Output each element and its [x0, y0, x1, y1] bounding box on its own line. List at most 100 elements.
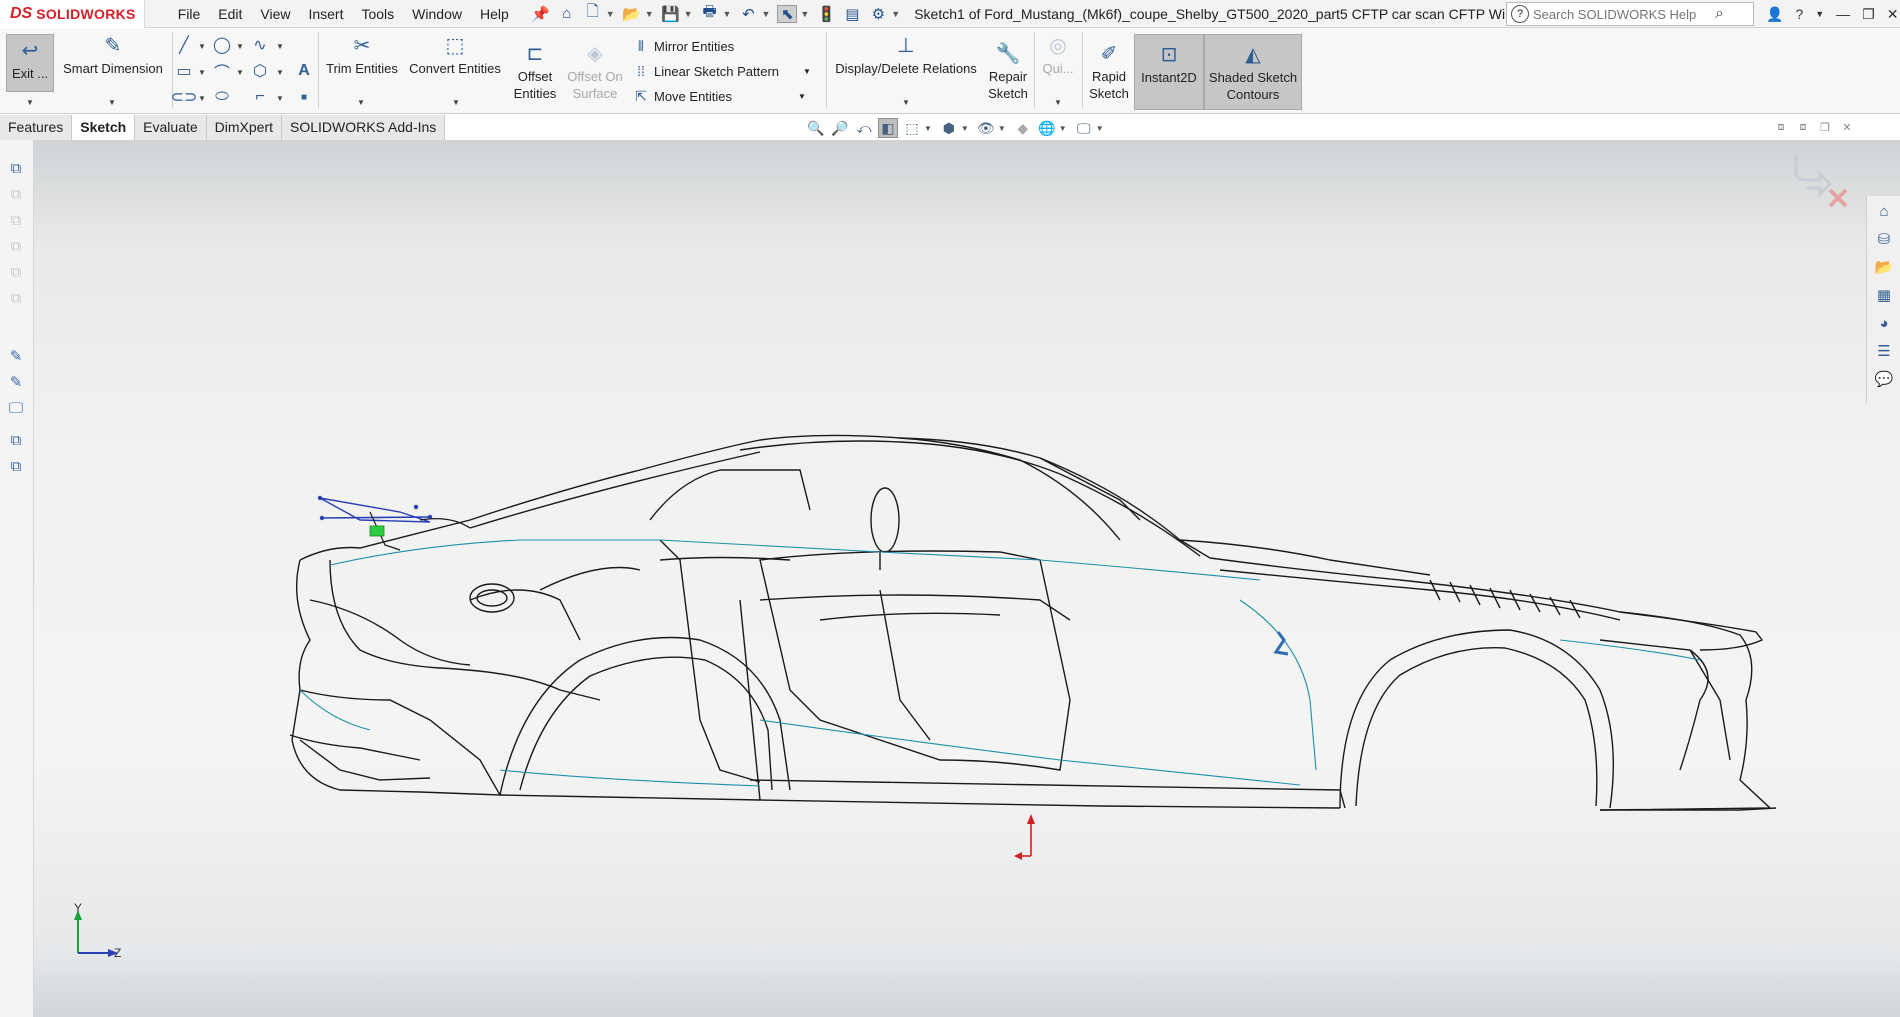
menu-view[interactable]: View — [251, 0, 299, 28]
menu-insert[interactable]: Insert — [299, 0, 352, 28]
menu-file[interactable]: File — [169, 0, 210, 28]
circle-icon[interactable]: ◯ — [212, 36, 232, 54]
spline-dropdown-icon[interactable]: ▼ — [276, 42, 284, 51]
options-dropdown-icon[interactable]: ▼ — [891, 9, 900, 19]
select-dropdown-icon[interactable]: ▼ — [800, 9, 809, 19]
fillet-dropdown-icon[interactable]: ▼ — [276, 94, 284, 103]
user-icon[interactable]: 👤 — [1766, 6, 1783, 23]
relations-dropdown-icon[interactable]: ▼ — [902, 98, 910, 107]
repair-sketch-button[interactable]: 🔧 Repair Sketch — [984, 42, 1032, 108]
move-dropdown-icon[interactable]: ▼ — [798, 92, 806, 101]
mirror-entities-button[interactable]: ⫴ Mirror Entities — [632, 38, 734, 54]
display-manager-icon[interactable]: ⧉ — [6, 262, 26, 282]
undo-dropdown-icon[interactable]: ▼ — [761, 9, 770, 19]
copy-icon[interactable]: ⧉ — [6, 430, 26, 450]
configuration-manager-icon[interactable]: ⧉ — [6, 210, 26, 230]
rectangle-icon[interactable]: ▭ — [174, 62, 194, 80]
menu-window[interactable]: Window — [403, 0, 471, 28]
print-icon[interactable]: 🖶 — [700, 3, 720, 23]
sketch-tool-icon[interactable]: ✎ — [6, 346, 26, 366]
feature-tree-icon[interactable]: ⧉ — [6, 158, 26, 178]
tab-features[interactable]: Features — [0, 115, 73, 140]
restore-icon[interactable]: ❐ — [1862, 6, 1875, 23]
cancel-sketch-corner-icon[interactable] — [1828, 188, 1848, 208]
quick-snaps-dropdown-icon[interactable]: ▼ — [1054, 98, 1062, 107]
edit-sketch-icon[interactable]: ✎ — [6, 372, 26, 392]
tab-dimxpert[interactable]: DimXpert — [206, 115, 283, 140]
instant2d-button[interactable]: ⊡ Instant2D — [1134, 34, 1204, 110]
dimxpert-manager-icon[interactable]: ⧉ — [6, 236, 26, 256]
print-dropdown-icon[interactable]: ▼ — [723, 9, 732, 19]
display-style-icon[interactable]: ⬢ — [939, 118, 959, 138]
property-manager-icon[interactable]: ⧉ — [6, 184, 26, 204]
menu-help[interactable]: Help — [471, 0, 518, 28]
convert-dropdown-icon[interactable]: ▼ — [452, 98, 460, 107]
offset-entities-button[interactable]: ⊏ Offset Entities — [510, 42, 560, 108]
open-icon[interactable]: 📂 — [622, 5, 642, 23]
home-icon[interactable]: ⌂ — [557, 5, 577, 23]
exit-sketch-corner-icon[interactable] — [1794, 154, 1833, 198]
quick-snaps-button[interactable]: ◎ Qui... — [1038, 34, 1078, 92]
display-icon[interactable]: 🖵 — [6, 398, 26, 418]
apply-scene-dropdown-icon[interactable]: ▼ — [1059, 124, 1067, 133]
view-palette-icon[interactable]: ▦ — [1873, 284, 1895, 306]
point-icon[interactable]: ■ — [294, 88, 314, 106]
polygon-icon[interactable]: ⬡ — [250, 62, 270, 80]
solidworks-resources-icon[interactable]: ⌂ — [1873, 200, 1895, 222]
rebuild-icon[interactable]: 🚦 — [816, 5, 836, 23]
linear-sketch-pattern-button[interactable]: ⁞⁞ Linear Sketch Pattern ▼ — [632, 63, 811, 79]
select-icon[interactable]: ⬉ — [777, 4, 798, 23]
offset-on-surface-button[interactable]: ◈ Offset On Surface — [562, 42, 628, 108]
previous-view-icon[interactable]: ⤺ — [854, 118, 874, 138]
arc-dropdown-icon[interactable]: ▼ — [236, 68, 244, 77]
view-orientation-dropdown-icon[interactable]: ▼ — [924, 124, 932, 133]
cam-manager-icon[interactable]: ⧉ — [6, 288, 26, 308]
custom-properties-icon[interactable]: ☰ — [1873, 340, 1895, 362]
new-document-icon[interactable]: 🗋 — [583, 3, 603, 23]
trim-dropdown-icon[interactable]: ▼ — [357, 98, 365, 107]
menu-edit[interactable]: Edit — [209, 0, 251, 28]
view-settings-icon[interactable]: 🖵 — [1074, 118, 1094, 138]
zoom-to-fit-icon[interactable]: 🔍 — [806, 118, 826, 138]
arc-icon[interactable]: ⌒ — [212, 62, 232, 82]
shaded-sketch-contours-button[interactable]: ◭ Shaded Sketch Contours — [1204, 34, 1302, 110]
display-style-dropdown-icon[interactable]: ▼ — [961, 124, 969, 133]
forum-icon[interactable]: 💬 — [1873, 368, 1895, 390]
options-gear-icon[interactable]: ⚙ — [868, 5, 888, 23]
spline-icon[interactable]: ∿ — [250, 36, 270, 54]
help-icon[interactable]: ? — [1795, 6, 1803, 22]
polygon-dropdown-icon[interactable]: ▼ — [276, 68, 284, 77]
viewport-prev-icon[interactable]: ⧈ — [1770, 121, 1792, 134]
design-library-icon[interactable]: ⛁ — [1873, 228, 1895, 250]
paste-icon[interactable]: ⧉ — [6, 456, 26, 476]
hide-show-dropdown-icon[interactable]: ▼ — [998, 124, 1006, 133]
edit-appearance-icon[interactable]: ◆ — [1013, 118, 1033, 138]
menu-tools[interactable]: Tools — [352, 0, 403, 28]
slot-icon[interactable]: ⊂⊃ — [171, 88, 198, 106]
section-view-icon[interactable]: ◧ — [878, 118, 898, 138]
save-icon[interactable]: 💾 — [661, 5, 681, 23]
view-orientation-icon[interactable]: ⬚ — [902, 118, 922, 138]
circle-dropdown-icon[interactable]: ▼ — [236, 42, 244, 51]
move-entities-button[interactable]: ⇱ Move Entities ▼ — [632, 88, 806, 104]
minimize-icon[interactable]: — — [1836, 6, 1850, 22]
undo-icon[interactable]: ↶ — [738, 5, 758, 23]
graphics-area[interactable]: Y Z — [34, 140, 1900, 1017]
slot-dropdown-icon[interactable]: ▼ — [198, 94, 206, 103]
ellipse-icon[interactable]: ⬭ — [212, 88, 232, 106]
file-explorer-icon[interactable]: 📂 — [1873, 256, 1895, 278]
viewport-restore-icon[interactable]: ❐ — [1814, 121, 1836, 134]
fillet-icon[interactable]: ⌐ — [250, 88, 270, 106]
convert-entities-button[interactable]: ⬚ Convert Entities — [404, 34, 506, 92]
search-icon[interactable]: ⌕ — [1715, 5, 1724, 23]
view-settings-dropdown-icon[interactable]: ▼ — [1096, 124, 1104, 133]
save-dropdown-icon[interactable]: ▼ — [684, 9, 693, 19]
solidworks-logo[interactable]: DS SOLIDWORKS — [0, 0, 145, 28]
viewport-close-icon[interactable]: ✕ — [1836, 121, 1858, 134]
trim-entities-button[interactable]: ✂ Trim Entities — [322, 34, 402, 92]
apply-scene-icon[interactable]: 🌐 — [1037, 118, 1057, 138]
smart-dimension-button[interactable]: ✎ Smart Dimension — [58, 34, 168, 92]
open-dropdown-icon[interactable]: ▼ — [645, 9, 654, 19]
text-icon[interactable]: A — [294, 62, 314, 80]
exit-sketch-button[interactable]: ↩ Exit ... — [6, 34, 54, 92]
